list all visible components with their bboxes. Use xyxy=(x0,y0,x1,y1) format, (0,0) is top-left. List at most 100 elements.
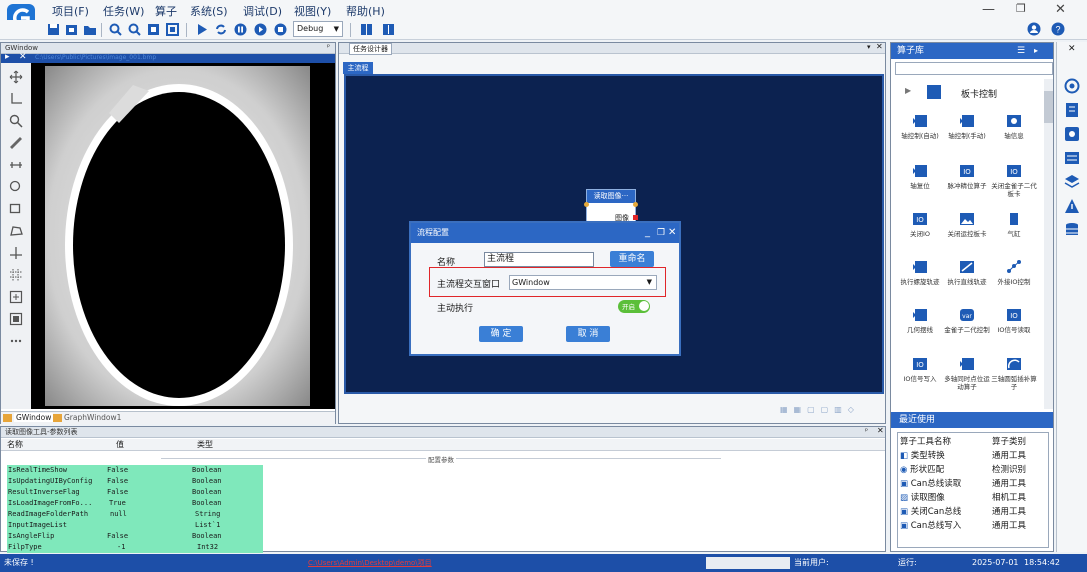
camera-icon[interactable] xyxy=(1064,78,1080,94)
ok-button[interactable]: 确 定 xyxy=(479,326,523,342)
recent-row[interactable]: ◉ 形状匹配 检测识别 xyxy=(900,463,1048,477)
new-icon[interactable] xyxy=(64,22,79,37)
stop-icon[interactable] xyxy=(273,22,288,37)
op-spiral[interactable]: 执行螺旋轨迹 xyxy=(897,259,943,286)
canvas-tools[interactable]: ▦▦▢▢▥◇ xyxy=(780,405,880,415)
tab-menu-icon[interactable]: ▾ xyxy=(867,43,871,51)
close-icon[interactable]: ✕ xyxy=(1055,2,1066,17)
cancel-button[interactable]: 取 消 xyxy=(566,326,610,342)
table-row[interactable]: IsLoadImageFromFo... True Boolean xyxy=(7,498,263,509)
library-search-input[interactable] xyxy=(895,62,1053,75)
menu-task[interactable]: 任务(W) xyxy=(103,3,144,19)
minimize-icon[interactable]: _ xyxy=(645,223,650,243)
panel-pin-icon[interactable]: ᵖ xyxy=(327,43,330,51)
recent-row[interactable]: ▣ 关闭Can总线 通用工具 xyxy=(900,505,1048,519)
op-close-io[interactable]: IO 关闭IO xyxy=(897,211,943,238)
minimize-icon[interactable]: — xyxy=(982,2,995,17)
layers-icon[interactable] xyxy=(1064,174,1080,190)
zoom-icon[interactable] xyxy=(8,113,24,129)
output-port[interactable] xyxy=(633,202,638,207)
close-icon[interactable]: ✕ xyxy=(1068,44,1076,54)
image-port[interactable] xyxy=(633,215,638,220)
table-row[interactable]: InputImageList List`1 xyxy=(7,520,263,531)
op-line[interactable]: 执行直线轨迹 xyxy=(944,259,990,286)
library-scrollbar[interactable] xyxy=(1044,79,1053,409)
recent-row[interactable]: ▣ Can总线写入 通用工具 xyxy=(900,519,1048,533)
op-axis-reset[interactable]: 轴复位 xyxy=(897,163,943,190)
recent-row[interactable]: ▣ Can总线读取 通用工具 xyxy=(900,477,1048,491)
pin-icon[interactable]: ▸ xyxy=(5,52,10,62)
op-io-read[interactable]: IO IO信号读取 xyxy=(991,307,1037,334)
table-row[interactable]: ReadImageFolderPath null String xyxy=(7,509,263,520)
op-axis-manual[interactable]: 轴控制(手动) xyxy=(944,113,990,140)
recent-row[interactable]: ▨ 读取图像 相机工具 xyxy=(900,491,1048,505)
coordinate-icon[interactable] xyxy=(8,91,24,107)
checklist-icon[interactable] xyxy=(1064,102,1080,118)
loop-icon[interactable] xyxy=(213,22,228,37)
tab-graphwindow[interactable]: GraphWindow1 xyxy=(64,413,121,422)
op-pulse[interactable]: IO 脉冲精位算子 xyxy=(944,163,990,190)
table-row[interactable]: IsUpdatingUIByConfig False Boolean xyxy=(7,476,263,487)
name-field[interactable]: 主流程 xyxy=(484,252,594,267)
table-row[interactable]: ResultInverseFlag False Boolean xyxy=(7,487,263,498)
op-cycloid[interactable]: 几何摆线 xyxy=(897,307,943,334)
database-icon[interactable] xyxy=(1064,222,1080,238)
save-icon[interactable] xyxy=(46,22,61,37)
tab-task-designer[interactable]: 任务设计器 xyxy=(349,43,392,55)
table-row[interactable]: IsAngleFlip False Boolean xyxy=(7,531,263,542)
panel-icon[interactable] xyxy=(1064,150,1080,166)
op-close-motion[interactable]: 关闭运控板卡 xyxy=(944,211,990,238)
list-icon[interactable]: ☰ xyxy=(1017,43,1025,59)
input-port[interactable] xyxy=(584,202,589,207)
op-cylinder[interactable]: 气缸 xyxy=(991,211,1037,238)
op-axis-auto[interactable]: 轴控制(自动) xyxy=(897,113,943,140)
op-close-board[interactable]: IO 关闭金雀子二代板卡 xyxy=(991,163,1037,198)
dock-icon[interactable] xyxy=(381,22,396,37)
close-icon[interactable]: ✕ xyxy=(877,426,884,435)
table-row[interactable]: FilpType -1 Int32 xyxy=(7,542,263,553)
pin-icon[interactable]: ᵖ xyxy=(865,427,868,435)
measure-icon[interactable] xyxy=(8,157,24,173)
op-io-write[interactable]: IO IO信号写入 xyxy=(897,356,943,383)
menu-help[interactable]: 帮助(H) xyxy=(346,3,385,19)
table-row[interactable]: IsRealTimeShow False Boolean xyxy=(7,465,263,476)
add-region-icon[interactable] xyxy=(8,289,24,305)
move-icon[interactable] xyxy=(8,69,24,85)
ruler-icon[interactable] xyxy=(8,135,24,151)
mode-select[interactable]: Debug ▼ xyxy=(293,21,343,37)
tab-close-icon[interactable]: ✕ xyxy=(876,42,883,51)
tab-gwindow[interactable]: GWindow xyxy=(14,413,54,422)
expand-icon[interactable]: ▸ xyxy=(1034,43,1038,59)
category-arrow-icon[interactable]: ▶ xyxy=(905,86,911,95)
menu-system[interactable]: 系统(S) xyxy=(190,3,228,19)
pause-icon[interactable] xyxy=(233,22,248,37)
rename-button[interactable]: 重命名 xyxy=(610,251,654,267)
project-path-link[interactable]: C:\Users\Admin\Desktop\demo\项目 xyxy=(308,554,432,572)
menu-project[interactable]: 项目(F) xyxy=(52,3,89,19)
warning-icon[interactable] xyxy=(1064,198,1080,214)
circle-roi-icon[interactable] xyxy=(8,179,24,195)
zoom-in-icon[interactable] xyxy=(108,22,123,37)
recent-row[interactable]: ◧ 类型转换 通用工具 xyxy=(900,449,1048,463)
settings-icon[interactable] xyxy=(1064,126,1080,142)
run-icon[interactable] xyxy=(194,22,209,37)
op-multi-axis[interactable]: 多轴同时点位运动算子 xyxy=(944,356,990,391)
open-folder-icon[interactable] xyxy=(82,22,97,37)
grid-icon[interactable] xyxy=(8,267,24,283)
step-icon[interactable] xyxy=(253,22,268,37)
rect-roi-icon[interactable] xyxy=(8,201,24,217)
more-icon[interactable] xyxy=(8,333,24,349)
menu-view[interactable]: 视图(Y) xyxy=(294,3,331,19)
image-viewport[interactable] xyxy=(31,63,335,409)
restore-icon[interactable]: ❐ xyxy=(657,223,665,243)
close-icon[interactable]: ✕ xyxy=(19,52,27,62)
zoom-out-icon[interactable] xyxy=(127,22,142,37)
op-arc-interp[interactable]: 三轴圆弧插补算子 xyxy=(991,356,1037,391)
help-icon[interactable]: ? xyxy=(1051,22,1066,37)
remove-region-icon[interactable] xyxy=(8,311,24,327)
fit-icon[interactable] xyxy=(146,22,161,37)
user-icon[interactable] xyxy=(1027,22,1042,37)
window-select[interactable]: GWindow ▼ xyxy=(509,275,657,290)
layout-icon[interactable] xyxy=(359,22,374,37)
op-external-io[interactable]: 外接IO控制 xyxy=(991,259,1037,286)
